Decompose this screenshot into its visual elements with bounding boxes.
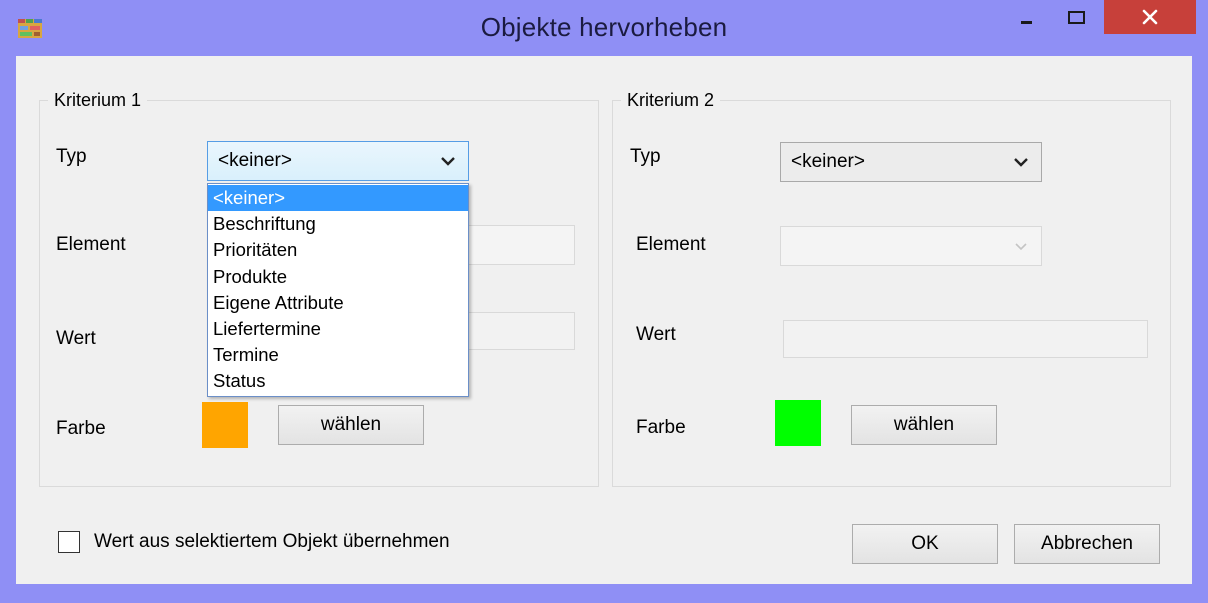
- maximize-button[interactable]: [1053, 0, 1101, 36]
- criterion1-choose-button[interactable]: wählen: [278, 405, 424, 445]
- criterion1-label: Kriterium 1: [48, 90, 148, 111]
- criterion1-value-input[interactable]: [468, 312, 575, 350]
- minimize-icon: [1021, 21, 1032, 24]
- criterion2-color-swatch: [775, 400, 821, 446]
- criterion1-choose-label: wählen: [320, 414, 382, 435]
- close-button[interactable]: [1104, 0, 1196, 34]
- criterion2-type-value: <keiner>: [791, 151, 865, 172]
- criterion1-element-label: Element: [56, 234, 126, 255]
- cancel-button[interactable]: Abbrechen: [1014, 524, 1160, 564]
- criterion2-type-select[interactable]: <keiner>: [780, 142, 1042, 182]
- chevron-down-icon: [1015, 243, 1027, 251]
- maximize-icon: [1068, 11, 1085, 24]
- close-icon: [1142, 9, 1158, 25]
- dropdown-option[interactable]: Status: [208, 368, 468, 394]
- criterion1-type-select[interactable]: <keiner>: [207, 141, 469, 181]
- dropdown-option[interactable]: Eigene Attribute: [208, 290, 468, 316]
- dropdown-option[interactable]: Produkte: [208, 264, 468, 290]
- criterion1-color-swatch: [202, 402, 248, 448]
- criterion1-value-label: Wert: [56, 328, 96, 349]
- criterion2-label: Kriterium 2: [621, 90, 721, 111]
- criterion2-value-label: Wert: [636, 324, 676, 345]
- dropdown-option[interactable]: Prioritäten: [208, 237, 468, 263]
- chevron-down-icon: [441, 157, 455, 166]
- criterion1-type-label: Typ: [56, 146, 87, 167]
- criterion2-value-input[interactable]: [783, 320, 1148, 358]
- dropdown-option[interactable]: Liefertermine: [208, 316, 468, 342]
- title-bar[interactable]: Objekte hervorheben: [0, 0, 1208, 56]
- criterion1-color-label: Farbe: [56, 418, 106, 439]
- criterion2-element-select[interactable]: [780, 226, 1042, 266]
- dropdown-option[interactable]: Beschriftung: [208, 211, 468, 237]
- dialog-window: Objekte hervorheben Kriterium 1 Typ <kei…: [0, 0, 1208, 603]
- criterion1-type-dropdown: <keiner> Beschriftung Prioritäten Produk…: [207, 183, 469, 397]
- chevron-down-icon: [1014, 158, 1028, 167]
- take-value-checkbox[interactable]: [58, 531, 80, 553]
- dropdown-option[interactable]: Termine: [208, 342, 468, 368]
- criterion2-color-label: Farbe: [636, 417, 686, 438]
- ok-label: OK: [911, 533, 939, 554]
- criterion2-type-label: Typ: [630, 146, 661, 167]
- dropdown-option[interactable]: <keiner>: [208, 185, 468, 212]
- cancel-label: Abbrechen: [1041, 533, 1133, 554]
- criterion2-choose-button[interactable]: wählen: [851, 405, 997, 445]
- criterion1-element-select[interactable]: [468, 225, 575, 265]
- minimize-button[interactable]: [1002, 0, 1052, 36]
- take-value-label[interactable]: Wert aus selektiertem Objekt übernehmen: [94, 531, 450, 553]
- criterion2-choose-label: wählen: [893, 414, 955, 435]
- criterion2-element-label: Element: [636, 234, 706, 255]
- ok-button[interactable]: OK: [852, 524, 998, 564]
- criterion1-type-value: <keiner>: [218, 150, 292, 171]
